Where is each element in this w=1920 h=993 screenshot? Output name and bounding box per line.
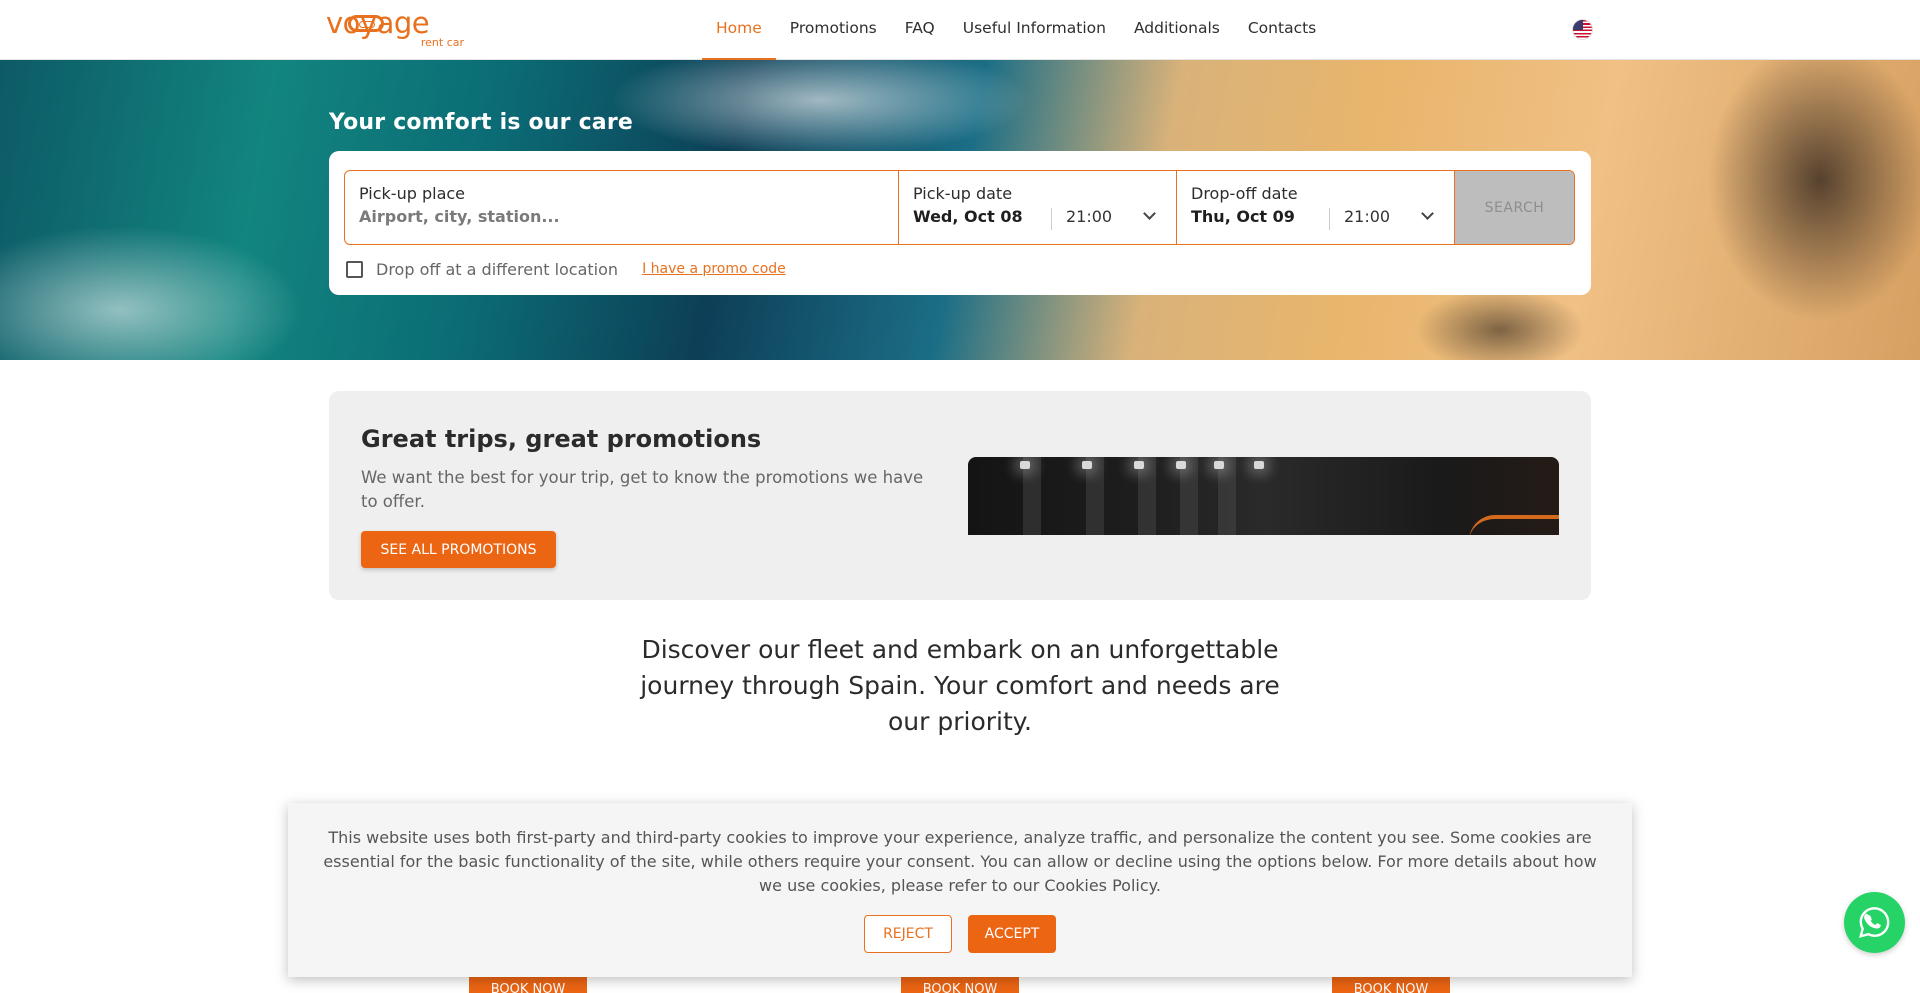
hero-title: Your comfort is our care: [329, 110, 634, 135]
ceiling-light: [1082, 461, 1092, 469]
chevron-down-icon[interactable]: [1143, 207, 1156, 220]
reject-cookies-button[interactable]: REJECT: [864, 915, 952, 953]
book-now-button[interactable]: BOOK NOW: [469, 975, 587, 993]
book-now-button[interactable]: BOOK NOW: [901, 975, 1019, 993]
pickup-date-value[interactable]: Wed, Oct 08: [913, 207, 1023, 226]
whatsapp-glyph: [1859, 907, 1890, 938]
search-options: Drop off at a different location I have …: [346, 258, 786, 280]
search-form: Pick-up place Airport, city, station... …: [329, 151, 1591, 295]
cookie-text: This website uses both first-party and t…: [323, 828, 1597, 895]
nav-item-useful-information[interactable]: Useful Information: [949, 0, 1120, 60]
nav-item-promotions[interactable]: Promotions: [776, 0, 891, 60]
promotions-image: [968, 457, 1559, 535]
pickup-time-select[interactable]: 21:00: [1066, 207, 1112, 226]
site-header: voyage rent car Home Promotions FAQ Usef…: [0, 0, 1920, 60]
ceiling-light: [1176, 461, 1186, 469]
different-location-checkbox[interactable]: [346, 260, 363, 278]
chevron-down-icon[interactable]: [1421, 207, 1434, 220]
divider: [1329, 208, 1330, 230]
promotions-text: We want the best for your trip, get to k…: [361, 468, 924, 511]
ceiling-light: [1020, 461, 1030, 469]
pickup-place-input[interactable]: Airport, city, station...: [359, 207, 560, 226]
divider: [1051, 208, 1052, 230]
fleet-intro-text: Discover our fleet and embark on an unfo…: [640, 635, 1280, 736]
see-all-promotions-button[interactable]: SEE ALL PROMOTIONS: [361, 531, 556, 568]
nav-item-faq[interactable]: FAQ: [891, 0, 949, 60]
ceiling-light: [1254, 461, 1264, 469]
pickup-place-label: Pick-up place: [359, 184, 466, 203]
accept-cookies-button[interactable]: ACCEPT: [968, 915, 1056, 953]
nav-item-home[interactable]: Home: [702, 0, 776, 60]
nav-item-additionals[interactable]: Additionals: [1120, 0, 1234, 60]
promotions-section: Great trips, great promotions We want th…: [329, 391, 1591, 600]
main-nav: Home Promotions FAQ Useful Information A…: [702, 0, 1330, 60]
pickup-date-field[interactable]: Pick-up date Wed, Oct 08 21:00: [899, 171, 1177, 244]
dropoff-time-select[interactable]: 21:00: [1344, 207, 1390, 226]
whatsapp-icon[interactable]: [1844, 892, 1905, 953]
ceiling-light: [1214, 461, 1224, 469]
different-location-label[interactable]: Drop off at a different location: [376, 260, 618, 279]
dropoff-date-field[interactable]: Drop-off date Thu, Oct 09 21:00: [1177, 171, 1455, 244]
us-flag-icon[interactable]: [1572, 19, 1593, 40]
brand-logo[interactable]: voyage rent car: [326, 6, 466, 50]
hero-banner: Your comfort is our care Pick-up place A…: [0, 60, 1920, 360]
nav-item-contacts[interactable]: Contacts: [1234, 0, 1330, 60]
car-logo-icon: [348, 15, 384, 32]
dropoff-date-value[interactable]: Thu, Oct 09: [1191, 207, 1295, 226]
search-fields: Pick-up place Airport, city, station... …: [344, 170, 1575, 245]
book-now-button[interactable]: BOOK NOW: [1332, 975, 1450, 993]
promo-code-link[interactable]: I have a promo code: [642, 261, 786, 277]
promotions-title: Great trips, great promotions: [361, 425, 762, 453]
search-button[interactable]: SEARCH: [1455, 171, 1574, 244]
ceiling-light: [1134, 461, 1144, 469]
cookie-banner: This website uses both first-party and t…: [288, 803, 1632, 977]
pickup-place-field[interactable]: Pick-up place Airport, city, station...: [345, 171, 899, 244]
logo-tagline: rent car: [420, 36, 464, 49]
dropoff-date-label: Drop-off date: [1191, 184, 1298, 203]
pickup-date-label: Pick-up date: [913, 184, 1013, 203]
car-silhouette: [1469, 515, 1559, 535]
